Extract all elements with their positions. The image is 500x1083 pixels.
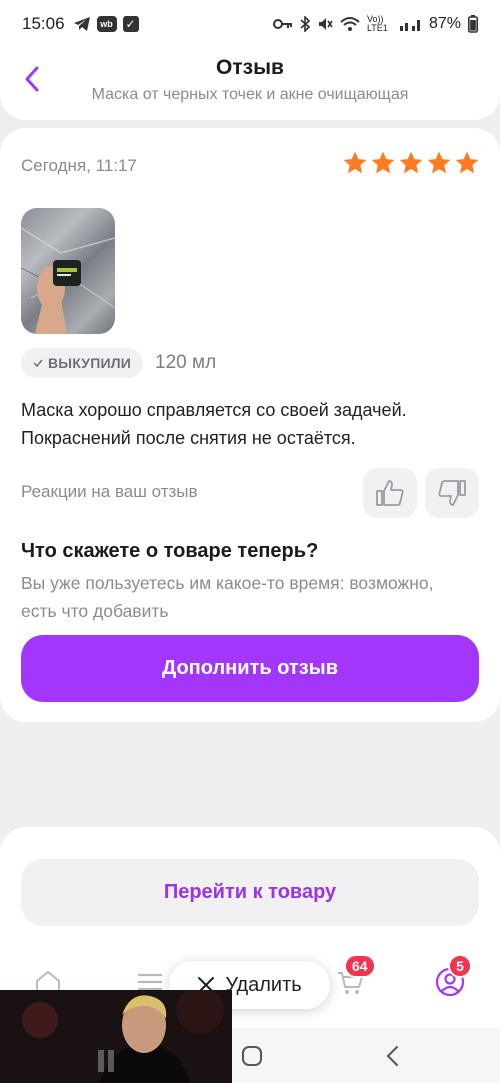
followup-subtitle: Вы уже пользуетесь им какое-то время: во… (21, 573, 434, 621)
bought-badge: ВЫКУПИЛИ (21, 348, 144, 378)
followup-title: Что скажете о товаре теперь? (21, 540, 319, 562)
signal-icon (399, 17, 422, 31)
review-text: Маска хорошо справляется со своей задаче… (21, 400, 407, 448)
network-label: Vo)) LTE1 (366, 14, 388, 33)
delete-label: Удалить (225, 973, 302, 996)
check-icon (33, 359, 43, 367)
thumbs-down-icon (438, 480, 466, 506)
review-date: Сегодня, 11:17 (21, 156, 137, 175)
pip-video-overlay[interactable] (0, 990, 232, 1083)
review-photo[interactable] (21, 208, 115, 334)
reactions-label: Реакции на ваш отзыв (21, 482, 198, 501)
system-back-button[interactable] (372, 1036, 412, 1076)
tab-profile[interactable]: 5 (430, 954, 472, 1002)
wifi-icon (340, 16, 360, 32)
profile-count-badge: 5 (448, 954, 472, 978)
tab-cart[interactable]: 64 (330, 954, 376, 1002)
add-review-button[interactable]: Дополнить отзыв (21, 635, 479, 702)
home-square-icon (242, 1046, 262, 1066)
page-title: Отзыв (216, 56, 284, 79)
product-size: 120 мл (155, 352, 217, 373)
dislike-button[interactable] (425, 468, 479, 518)
wb-app-icon: wb (96, 16, 117, 32)
battery-icon (468, 15, 478, 33)
star-icon (371, 151, 395, 174)
status-time: 15:06 (22, 14, 65, 33)
thumbs-up-icon (376, 480, 404, 506)
system-home-button[interactable] (232, 1036, 272, 1076)
check-notification-icon: ✓ (122, 16, 139, 32)
key-icon (272, 18, 293, 30)
status-bar: 15:06 wb ✓ Vo)) LTE1 87% (0, 0, 500, 48)
chevron-left-icon (386, 1046, 398, 1066)
review-card: Сегодня, 11:17 ВЫКУПИЛИ 120 мл Маска хор… (0, 128, 500, 722)
like-button[interactable] (363, 468, 417, 518)
star-icon (427, 151, 451, 174)
mute-icon (317, 16, 333, 32)
page-header: Отзыв Маска от черных точек и акне очища… (0, 48, 500, 120)
star-icon (343, 151, 367, 174)
cart-count-badge: 64 (344, 954, 376, 978)
review-meta: ВЫКУПИЛИ 120 мл (21, 348, 216, 378)
product-name: Маска от черных точек и акне очищающая (91, 86, 409, 103)
star-icon (399, 151, 423, 174)
star-icon (455, 151, 479, 174)
battery-level: 87% (428, 15, 461, 32)
telegram-icon (73, 16, 91, 32)
rating-stars (342, 150, 480, 176)
bluetooth-icon (300, 16, 310, 32)
bought-badge-label: ВЫКУПИЛИ (48, 355, 132, 371)
go-to-product-button[interactable]: Перейти к товару (21, 859, 479, 926)
